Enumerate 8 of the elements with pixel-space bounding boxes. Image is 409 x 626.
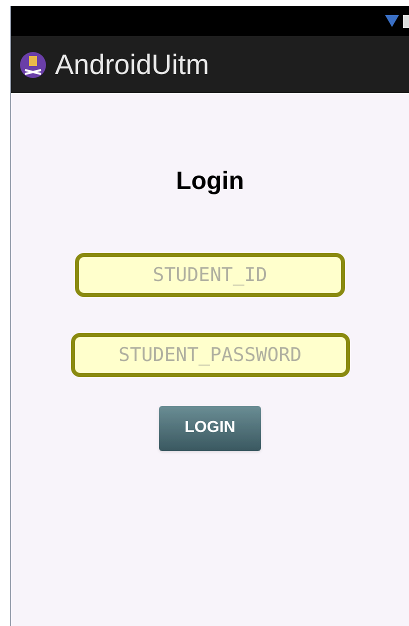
battery-icon [403, 14, 409, 28]
wifi-icon [385, 15, 399, 27]
app-logo-icon [19, 50, 47, 78]
input-field[interactable]: STUDENT_ID [75, 252, 345, 296]
app-title: AndroidUitm [55, 48, 210, 82]
login-button[interactable]: LOGIN [159, 406, 261, 450]
input-field[interactable]: STUDENT_PASSWORD [70, 332, 350, 376]
login-heading: Login [176, 166, 244, 197]
